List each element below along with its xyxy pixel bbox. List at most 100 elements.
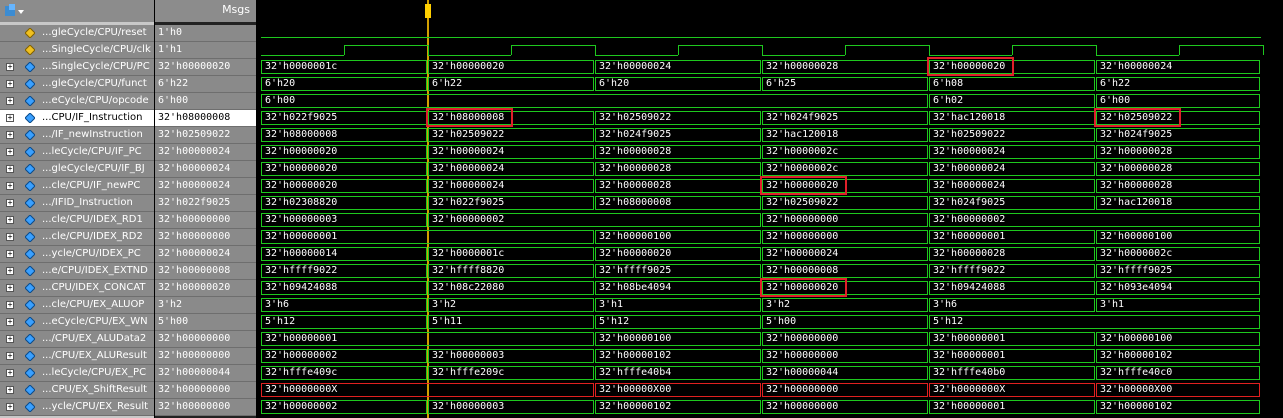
expand-icon[interactable]: + <box>6 267 14 275</box>
bus-value-cell: 32'h00000020 <box>762 179 928 193</box>
expand-icon[interactable]: + <box>6 80 14 88</box>
expand-icon[interactable]: + <box>6 114 14 122</box>
bus-value-cell: 32'h02509022 <box>595 111 761 125</box>
bus-value-cell: 32'h00000100 <box>1096 332 1260 346</box>
signal-row[interactable]: ...SingleCycle/CPU/clk <box>0 42 154 59</box>
cursor-handle[interactable] <box>425 4 431 18</box>
expand-icon[interactable]: + <box>6 165 14 173</box>
expand-icon[interactable]: + <box>6 318 14 326</box>
bus-value-cell: 32'h00000002 <box>428 213 761 227</box>
bus-value-cell: 32'h024f9025 <box>762 111 928 125</box>
expand-icon[interactable]: + <box>6 403 14 411</box>
signal-row[interactable]: + ...cle/CPU/IDEX_RD1 <box>0 212 154 229</box>
expand-icon[interactable]: + <box>6 233 14 241</box>
signal-row[interactable]: + .../CPU/EX_ALUData2 <box>0 331 154 348</box>
bus-value-cell: 32'h00000014 <box>261 247 427 261</box>
bus-value-cell: 32'h00000020 <box>762 281 928 295</box>
bus-value-cell: 32'h08000008 <box>261 128 427 142</box>
bus-value-cell: 32'hac120018 <box>1096 196 1260 210</box>
signal-row[interactable]: + .../CPU/EX_ALUResult <box>0 348 154 365</box>
bus-value-cell: 32'h02509022 <box>1096 111 1260 125</box>
clock-high-trace <box>1012 45 1096 46</box>
signal-row[interactable]: + ...cle/CPU/EX_ALUOP <box>0 297 154 314</box>
bus-value-cell: 32'h02509022 <box>428 128 594 142</box>
clock-low-trace <box>1096 55 1179 56</box>
signal-name: ...leCycle/CPU/IF_PC <box>42 146 142 157</box>
signal-name: ...leCycle/CPU/EX_PC <box>42 367 147 378</box>
bus-value-cell: 32'h00000020 <box>929 60 1095 74</box>
expand-icon[interactable]: + <box>6 386 14 394</box>
bus-value-cell: 32'h022f9025 <box>428 196 594 210</box>
bus-value-cell: 32'hffff9022 <box>261 264 427 278</box>
bus-value-cell: 32'h00000003 <box>428 400 594 414</box>
expand-icon[interactable]: + <box>6 199 14 207</box>
wave-toolbar-icon[interactable] <box>3 3 25 19</box>
signal-row[interactable]: + ...ycle/CPU/IDEX_PC <box>0 246 154 263</box>
signal-name: .../IF_newInstruction <box>42 129 143 140</box>
bus-value-cell: 32'h0000001c <box>428 247 594 261</box>
expand-icon[interactable]: + <box>6 131 14 139</box>
clock-edge <box>929 45 930 55</box>
bus-value-cell: 32'h0000001c <box>261 60 427 74</box>
expand-icon[interactable]: + <box>6 182 14 190</box>
clock-low-trace <box>261 55 344 56</box>
signal-row[interactable]: + .../IFID_Instruction <box>0 195 154 212</box>
signal-row[interactable]: + ...CPU/IDEX_CONCAT <box>0 280 154 297</box>
bus-value-cell: 32'hfffe209c <box>428 366 594 380</box>
bus-value-cell: 32'h00000024 <box>762 247 928 261</box>
expand-icon[interactable]: + <box>6 63 14 71</box>
bus-value-cell: 32'h00000002 <box>261 400 427 414</box>
signal-name: ...CPU/EX_ShiftResult <box>42 384 148 395</box>
expand-icon[interactable]: + <box>6 97 14 105</box>
clock-high-trace <box>845 45 929 46</box>
bus-value-cell: 32'hffff9025 <box>595 264 761 278</box>
signal-row[interactable]: + .../IF_newInstruction <box>0 127 154 144</box>
expand-icon[interactable]: + <box>6 352 14 360</box>
signal-value: 32'h022f9025 <box>155 195 256 212</box>
signal-name: ...e/CPU/IDEX_EXTND <box>42 265 148 276</box>
bus-icon <box>25 164 35 174</box>
expand-icon[interactable]: + <box>6 301 14 309</box>
signal-row[interactable]: + ...e/CPU/IDEX_EXTND <box>0 263 154 280</box>
signal-row[interactable]: + ...gleCycle/CPU/funct <box>0 76 154 93</box>
clock-low-trace <box>595 55 678 56</box>
signal-value: 1'h0 <box>155 25 256 42</box>
signal-row[interactable]: + ...SingleCycle/CPU/PC <box>0 59 154 76</box>
bus-value-cell: 32'hac120018 <box>762 128 928 142</box>
signal-row[interactable]: + ...ycle/CPU/EX_Result <box>0 399 154 416</box>
signal-name: ...cle/CPU/IDEX_RD1 <box>42 214 143 225</box>
expand-icon[interactable]: + <box>6 216 14 224</box>
expand-icon[interactable]: + <box>6 335 14 343</box>
signal-row[interactable]: + ...CPU/EX_ShiftResult <box>0 382 154 399</box>
bus-value-cell: 32'h00000028 <box>929 247 1095 261</box>
clock-low-trace <box>929 55 1012 56</box>
bus-value-cell: 32'h00000020 <box>261 179 427 193</box>
signal-name: ...gleCycle/CPU/IF_BJ <box>42 163 145 174</box>
bus-value-cell: 32'h00000008 <box>762 264 928 278</box>
expand-icon[interactable]: + <box>6 148 14 156</box>
signal-row[interactable]: + ...eCycle/CPU/EX_WN <box>0 314 154 331</box>
signal-row[interactable]: + ...eCycle/CPU/opcode <box>0 93 154 110</box>
waveform-area[interactable]: 32'h0000001c 32'h00000020 32'h00000024 32'h… <box>258 0 1283 418</box>
expand-icon[interactable]: + <box>6 250 14 258</box>
signal-row[interactable]: ...gleCycle/CPU/reset <box>0 25 154 42</box>
bus-value-cell: 32'h0000000X <box>261 383 594 397</box>
bus-value-cell: 32'h09424088 <box>261 281 427 295</box>
signal-row[interactable]: + ...CPU/IF_Instruction <box>0 110 154 127</box>
bit-low-trace <box>261 37 1261 38</box>
expand-icon[interactable]: + <box>6 369 14 377</box>
bus-value-cell: 32'h022f9025 <box>261 111 427 125</box>
signal-row[interactable]: + ...leCycle/CPU/IF_PC <box>0 144 154 161</box>
bus-value-cell: 32'h00000100 <box>595 230 761 244</box>
signal-row[interactable]: + ...leCycle/CPU/EX_PC <box>0 365 154 382</box>
bus-value-cell: 32'h00000102 <box>595 400 761 414</box>
bus-value-cell: 32'h00000003 <box>261 213 427 227</box>
signal-row[interactable]: + ...gleCycle/CPU/IF_BJ <box>0 161 154 178</box>
signal-row[interactable]: + ...cle/CPU/IDEX_RD2 <box>0 229 154 246</box>
signal-row[interactable]: + ...cle/CPU/IF_newPC <box>0 178 154 195</box>
bus-value-cell: 6'h08 <box>929 77 1095 91</box>
expand-icon[interactable]: + <box>6 284 14 292</box>
bus-value-cell: 6'h22 <box>428 77 594 91</box>
bus-value-cell: 32'h00000X00 <box>595 383 761 397</box>
bus-value-cell: 5'h00 <box>762 315 928 329</box>
